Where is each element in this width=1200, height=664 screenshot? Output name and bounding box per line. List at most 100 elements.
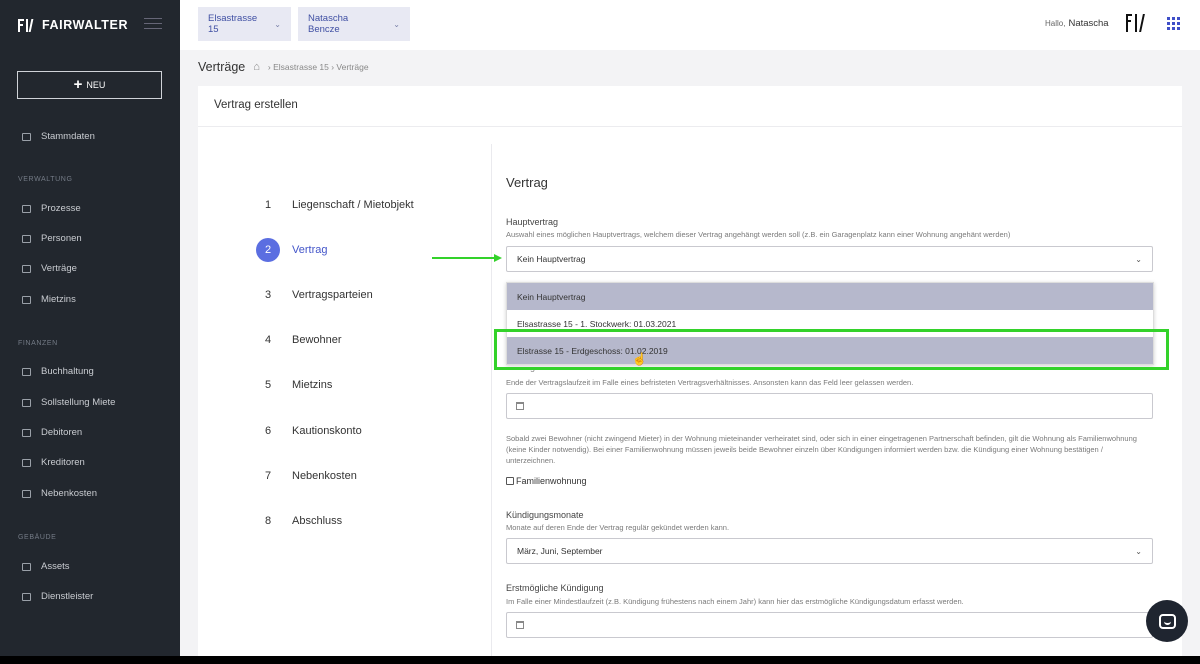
brand-logo[interactable]: FAIRWALTER xyxy=(18,17,128,33)
greeting-text: Hallo, xyxy=(1045,19,1066,28)
sidebar-item-stammdaten[interactable]: Stammdaten xyxy=(21,131,95,142)
sidebar-item-kreditoren[interactable]: Kreditoren xyxy=(21,457,85,468)
sidebar-item-label: Stammdaten xyxy=(41,131,95,142)
plus-icon: + xyxy=(73,76,83,93)
sidebar-item-personen[interactable]: Personen xyxy=(21,233,82,244)
card-title: Vertrag erstellen xyxy=(214,99,298,111)
step-label: Abschluss xyxy=(292,515,343,527)
hauptvertrag-value: Kein Hauptvertrag xyxy=(517,254,586,264)
step-number: 1 xyxy=(264,199,272,211)
invoice-icon xyxy=(21,398,31,408)
contract-card: Vertrag erstellen 1 Liegenschaft / Mietob… xyxy=(198,86,1182,656)
user-greeting: Hallo, Natascha xyxy=(1045,18,1109,29)
step-5[interactable]: 5 Mietzins xyxy=(256,373,332,397)
step-label: Mietzins xyxy=(292,379,333,391)
sidebar-item-label: Kreditoren xyxy=(41,457,85,468)
step-number: 6 xyxy=(264,425,272,437)
hauptvertrag-label: Hauptvertrag xyxy=(506,217,559,227)
step-6[interactable]: 6 Kautionskonto xyxy=(256,419,362,443)
familienwohnung-checkbox[interactable] xyxy=(506,477,514,485)
sidebar-item-dienstleister[interactable]: Dienstleister xyxy=(21,591,93,602)
step-label: Nebenkosten xyxy=(292,470,357,482)
step-3[interactable]: 3 Vertragsparteien xyxy=(256,283,373,307)
home-icon[interactable]: ⌂ xyxy=(253,61,260,73)
erstmoegliche-hint: Im Falle einer Mindestlaufzeit (z.B. Kün… xyxy=(506,597,964,606)
chat-support-button[interactable] xyxy=(1146,600,1188,642)
green-arrow-annotation xyxy=(432,254,502,262)
step-1[interactable]: 1 Liegenschaft / Mietobjekt xyxy=(256,193,414,217)
step-number: 8 xyxy=(264,515,272,527)
menu-toggle-icon[interactable] xyxy=(144,18,162,30)
person-selector[interactable]: Natascha Bencze ⌄ xyxy=(298,7,410,41)
people-icon xyxy=(21,234,31,244)
new-button[interactable]: + NEU xyxy=(17,71,162,99)
kuendigungsmonate-select[interactable]: März, Juni, September ⌄ xyxy=(506,538,1153,564)
step-2[interactable]: 2 Vertrag xyxy=(256,238,327,262)
ledger-icon xyxy=(21,367,31,377)
calendar-icon xyxy=(516,621,524,629)
step-label: Vertragsparteien xyxy=(292,289,373,301)
highlight-box-annotation xyxy=(494,329,1169,370)
bottom-edge xyxy=(0,656,1200,664)
sidebar-item-assets[interactable]: Assets xyxy=(21,561,70,572)
sidebar-item-label: Mietzins xyxy=(41,294,76,305)
vertragsende-date-input[interactable] xyxy=(506,393,1153,419)
step-label: Kautionskonto xyxy=(292,425,362,437)
calendar-icon xyxy=(516,402,524,410)
kuendigungsmonate-hint: Monate auf deren Ende der Vertrag regulä… xyxy=(506,523,730,532)
costs-icon xyxy=(21,489,31,499)
sidebar-item-label: Assets xyxy=(41,561,70,572)
sidebar-item-prozesse[interactable]: Prozesse xyxy=(21,203,81,214)
brand-name: FAIRWALTER xyxy=(42,18,129,32)
fairwalter-logo-icon[interactable] xyxy=(1126,13,1147,33)
service-provider-icon xyxy=(21,592,31,602)
sidebar-item-nebenkosten[interactable]: Nebenkosten xyxy=(21,488,97,499)
sidebar-item-sollstellung-miete[interactable]: Sollstellung Miete xyxy=(21,397,115,408)
step-number: 3 xyxy=(264,289,272,301)
credit-icon xyxy=(21,458,31,468)
user-name[interactable]: Natascha xyxy=(1068,18,1108,29)
erstmoegliche-label: Erstmögliche Kündigung xyxy=(506,583,604,593)
sidebar-item-label: Buchhaltung xyxy=(41,366,94,377)
step-number: 4 xyxy=(264,334,272,346)
document-icon xyxy=(21,264,31,274)
step-label: Vertrag xyxy=(292,244,328,256)
step-8[interactable]: 8 Abschluss xyxy=(256,509,342,533)
familienwohnung-hint: Sobald zwei Bewohner (nicht zwingend Mie… xyxy=(506,434,1137,465)
sidebar-item-debitoren[interactable]: Debitoren xyxy=(21,427,82,438)
hauptvertrag-hint: Auswahl eines möglichen Hauptvertrags, w… xyxy=(506,230,1011,239)
sidebar-item-label: Verträge xyxy=(41,263,77,274)
sidebar-item-mietzins[interactable]: Mietzins xyxy=(21,294,76,305)
hauptvertrag-select[interactable]: Kein Hauptvertrag ⌄ xyxy=(506,246,1153,272)
sidebar-item-buchhaltung[interactable]: Buchhaltung xyxy=(21,366,94,377)
sidebar-item-label: Prozesse xyxy=(41,203,81,214)
breadcrumb-path[interactable]: › Elsastrasse 15 › Verträge xyxy=(268,62,369,72)
sidebar: FAIRWALTER + NEU Stammdaten VERWALTUNG Pr… xyxy=(0,0,180,656)
step-number: 5 xyxy=(264,379,272,391)
step-4[interactable]: 4 Bewohner xyxy=(256,328,342,352)
fairwalter-logo-icon xyxy=(18,18,37,33)
kuendigungsmonate-label: Kündigungsmonate xyxy=(506,510,584,520)
chevron-down-icon: ⌄ xyxy=(393,19,400,29)
chevron-down-icon: ⌄ xyxy=(1135,546,1142,556)
sidebar-item-label: Nebenkosten xyxy=(41,488,97,499)
form-heading: Vertrag xyxy=(506,175,548,190)
property-selector[interactable]: Elsastrasse 15 ⌄ xyxy=(198,7,291,41)
step-7[interactable]: 7 Nebenkosten xyxy=(256,464,357,488)
erstmoegliche-date-input[interactable] xyxy=(506,612,1153,638)
person-selector-label: Natascha Bencze xyxy=(308,13,349,35)
chevron-down-icon: ⌄ xyxy=(274,19,281,29)
contract-form: Vertrag Hauptvertrag Auswahl eines mögli… xyxy=(506,86,1166,656)
database-icon xyxy=(21,132,31,142)
money-icon xyxy=(21,295,31,305)
familienwohnung-field: Familienwohnung xyxy=(506,476,587,486)
list-icon xyxy=(21,204,31,214)
step-label: Bewohner xyxy=(292,334,342,346)
section-title-gebaeude: GEBÄUDE xyxy=(18,534,57,541)
dropdown-option[interactable]: Kein Hauptvertrag xyxy=(507,283,1153,310)
chat-icon xyxy=(1158,613,1176,629)
apps-grid-icon[interactable] xyxy=(1167,17,1180,30)
sidebar-item-vertraege[interactable]: Verträge xyxy=(21,263,77,274)
assets-icon xyxy=(21,562,31,572)
new-button-label: NEU xyxy=(86,80,106,90)
